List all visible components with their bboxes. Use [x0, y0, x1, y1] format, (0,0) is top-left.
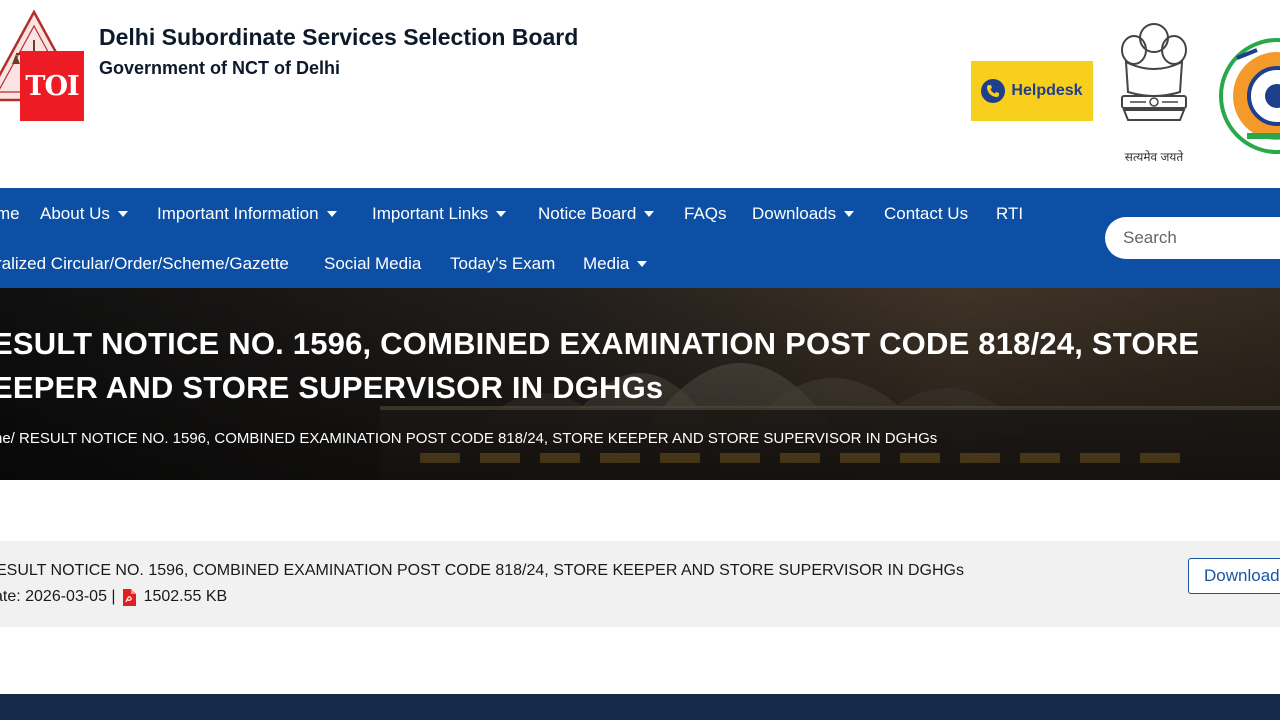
toi-badge: TOI: [20, 51, 84, 121]
toi-badge-text: TOI: [25, 70, 79, 102]
nav-important-links-label: Important Links: [372, 204, 489, 223]
nav-notice-board[interactable]: Notice Board: [538, 204, 655, 224]
pdf-icon: [122, 588, 136, 606]
nav-media[interactable]: Media: [583, 254, 648, 274]
main-navigation: me About Us Important Information Import…: [0, 188, 1280, 288]
nav-important-links[interactable]: Important Links: [372, 204, 507, 224]
national-emblem-icon: [1121, 23, 1187, 121]
notice-title: ESULT NOTICE NO. 1596, COMBINED EXAMINAT…: [0, 562, 964, 579]
emblem-motto: सत्यमेव जयते: [1124, 150, 1184, 164]
nav-notice-board-label: Notice Board: [538, 204, 637, 223]
notice-file-size: 1502.55 KB: [143, 588, 228, 605]
footer-bar: [0, 694, 1280, 720]
notice-date: ate: 2026-03-05 |: [0, 588, 116, 605]
page-title: ESULT NOTICE NO. 1596, COMBINED EXAMINAT…: [0, 322, 1232, 410]
download-button[interactable]: Download: [1188, 558, 1280, 594]
nav-faqs[interactable]: FAQs: [684, 204, 727, 224]
nav-about-us[interactable]: About Us: [40, 204, 128, 224]
nav-home-label: me: [0, 204, 20, 223]
nav-todays-exam[interactable]: Today's Exam: [450, 254, 555, 274]
caret-down-icon: [637, 261, 648, 267]
org-title[interactable]: Delhi Subordinate Services Selection Boa…: [99, 24, 578, 51]
caret-down-icon: [644, 211, 655, 217]
nav-about-us-label: About Us: [40, 204, 110, 223]
org-subtitle: Government of NCT of Delhi: [99, 58, 341, 78]
nav-social-media[interactable]: Social Media: [324, 254, 421, 274]
phone-icon: [981, 79, 1006, 103]
notice-meta: ate: 2026-03-05 | 1502.55 KB: [0, 588, 227, 606]
nav-important-information-label: Important Information: [157, 204, 319, 223]
nav-media-label: Media: [583, 254, 630, 273]
nav-rti[interactable]: RTI: [996, 204, 1023, 224]
nav-contact-us[interactable]: Contact Us: [884, 204, 968, 224]
caret-down-icon: [844, 211, 855, 217]
nav-centralized-circular-label: ralized Circular/Order/Scheme/Gazette: [0, 254, 289, 273]
caret-down-icon: [496, 211, 507, 217]
nav-todays-exam-label: Today's Exam: [450, 254, 556, 273]
nav-social-media-label: Social Media: [324, 254, 422, 273]
nav-contact-us-label: Contact Us: [884, 204, 969, 223]
cyber-dost-logo-icon[interactable]: [1217, 38, 1280, 154]
nav-centralized-circular[interactable]: ralized Circular/Order/Scheme/Gazette: [0, 254, 289, 274]
notice-list-item: [0, 541, 1280, 627]
page-title-line-1: ESULT NOTICE NO. 1596, COMBINED EXAMINAT…: [0, 326, 1200, 361]
nav-downloads-label: Downloads: [752, 204, 837, 223]
breadcrumb[interactable]: ne/ RESULT NOTICE NO. 1596, COMBINED EXA…: [0, 430, 937, 447]
nav-downloads[interactable]: Downloads: [752, 204, 855, 224]
caret-down-icon: [326, 211, 337, 217]
search-input[interactable]: [1105, 217, 1280, 259]
nav-rti-label: RTI: [996, 204, 1024, 223]
page-title-line-2: EEPER AND STORE SUPERVISOR IN DGHGs: [0, 370, 664, 405]
caret-down-icon: [117, 211, 128, 217]
nav-important-information[interactable]: Important Information: [157, 204, 337, 224]
helpdesk-label: Helpdesk: [1011, 82, 1083, 99]
helpdesk-button[interactable]: Helpdesk: [971, 61, 1093, 121]
nav-home[interactable]: me: [0, 204, 20, 224]
nav-faqs-label: FAQs: [684, 204, 727, 223]
site-header: TOI Delhi Subordinate Services Selection…: [0, 0, 1280, 188]
